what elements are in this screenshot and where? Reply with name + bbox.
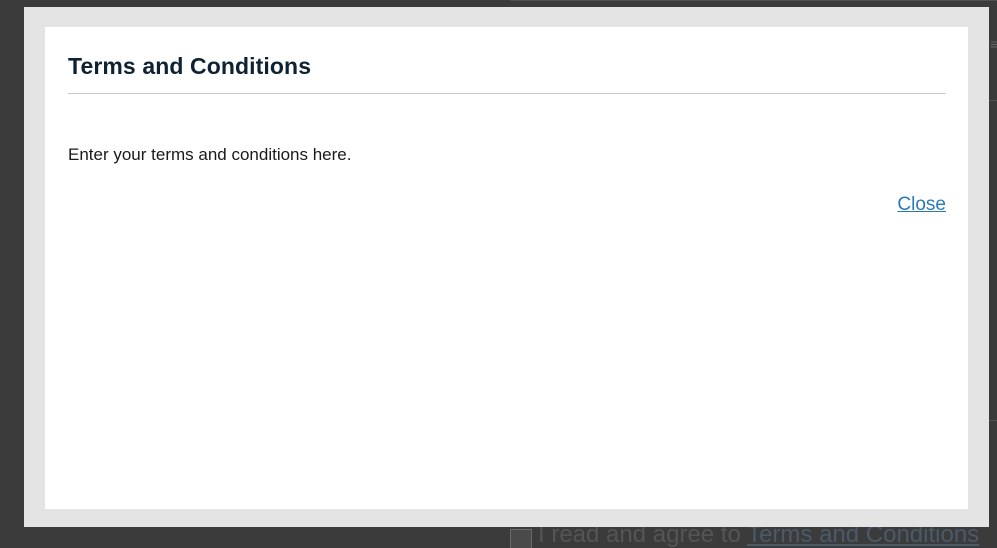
close-link[interactable]: Close xyxy=(897,194,946,215)
modal-content: Terms and Conditions Enter your terms an… xyxy=(45,27,968,509)
modal-title: Terms and Conditions xyxy=(68,53,312,79)
background-divider xyxy=(510,0,997,1)
background-divider xyxy=(988,420,997,421)
background-edge-glyph: ≡ xyxy=(990,36,997,52)
terms-modal: Terms and Conditions Enter your terms an… xyxy=(24,7,989,527)
modal-footer: Close xyxy=(68,194,946,216)
modal-body-text: Enter your terms and conditions here. xyxy=(68,145,352,164)
background-divider xyxy=(988,100,997,101)
agree-checkbox[interactable] xyxy=(510,528,532,548)
